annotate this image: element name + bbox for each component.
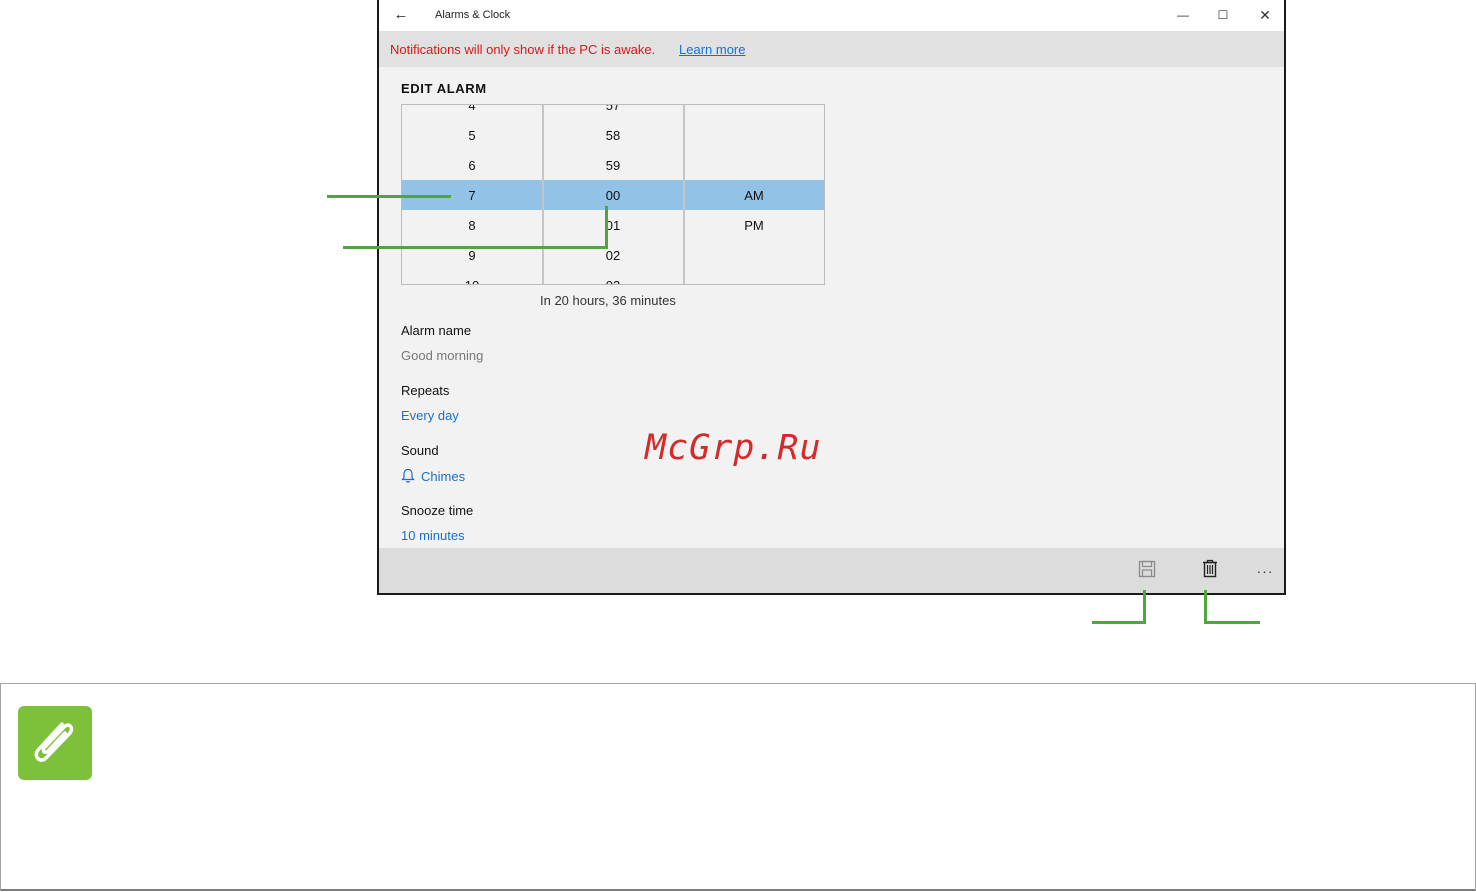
notification-bar: Notifications will only show if the PC i… (379, 31, 1284, 67)
learn-more-link[interactable]: Learn more (679, 42, 745, 57)
period-option[interactable]: PM (684, 211, 824, 241)
hour-option[interactable]: 5 (402, 121, 542, 151)
time-picker[interactable]: 4 5 6 7 8 9 10 57 58 59 00 01 02 03 AM P… (401, 104, 825, 285)
sound-selector[interactable]: Chimes (401, 468, 465, 487)
minute-column[interactable]: 57 58 59 00 01 02 03 (543, 105, 685, 284)
callout-line-minute (343, 246, 608, 249)
save-icon (1138, 560, 1156, 583)
delete-button[interactable] (1198, 559, 1222, 583)
edit-alarm-heading: EDIT ALARM (401, 81, 487, 96)
more-options-button[interactable]: ··· (1253, 560, 1277, 582)
alarm-name-label: Alarm name (401, 323, 472, 338)
minute-option[interactable]: 59 (543, 151, 683, 181)
callout-line-delete-vertical (1204, 590, 1207, 624)
minute-option[interactable]: 57 (543, 105, 683, 121)
bell-icon (401, 468, 415, 487)
callout-line-save (1092, 621, 1146, 624)
title-bar: ← Alarms & Clock — ☐ ✕ (379, 0, 1284, 31)
app-title: Alarms & Clock (435, 9, 511, 21)
snooze-time-label: Snooze time (401, 503, 474, 518)
hour-option[interactable]: 4 (402, 105, 542, 121)
time-remaining-hint: In 20 hours, 36 minutes (540, 293, 676, 308)
minute-option[interactable]: 58 (543, 121, 683, 151)
snooze-time-selector[interactable]: 10 minutes (401, 528, 465, 543)
callout-line-minute-vertical (605, 206, 608, 249)
command-bar: ··· (379, 548, 1284, 593)
callout-line-save-vertical (1143, 590, 1146, 624)
note-box (0, 683, 1476, 891)
callout-line-delete (1204, 621, 1260, 624)
maximize-button[interactable]: ☐ (1203, 4, 1243, 26)
hour-option[interactable]: 8 (402, 211, 542, 241)
alarm-name-input[interactable]: Good morning (401, 348, 483, 363)
alarms-window: ← Alarms & Clock — ☐ ✕ Notifications wil… (377, 0, 1286, 595)
minimize-button[interactable]: — (1163, 4, 1203, 26)
repeats-label: Repeats (401, 383, 450, 398)
minute-option-selected[interactable]: 00 (543, 181, 683, 211)
repeats-selector[interactable]: Every day (401, 408, 459, 423)
trash-icon (1202, 559, 1218, 583)
close-button[interactable]: ✕ (1245, 4, 1285, 26)
hour-option[interactable]: 10 (402, 271, 542, 284)
sound-label: Sound (401, 443, 439, 458)
minute-option[interactable]: 01 (543, 211, 683, 241)
minute-option[interactable]: 03 (543, 271, 683, 284)
period-option-selected[interactable]: AM (684, 181, 824, 211)
hour-option[interactable]: 6 (402, 151, 542, 181)
save-button[interactable] (1135, 560, 1159, 582)
period-column[interactable]: AM PM (684, 105, 824, 284)
notification-text: Notifications will only show if the PC i… (390, 42, 656, 57)
watermark: McGrp.Ru (645, 428, 822, 468)
back-arrow-icon[interactable]: ← (389, 4, 413, 26)
paperclip-icon (18, 706, 92, 780)
callout-line-hour (327, 195, 451, 198)
sound-value: Chimes (421, 469, 466, 484)
